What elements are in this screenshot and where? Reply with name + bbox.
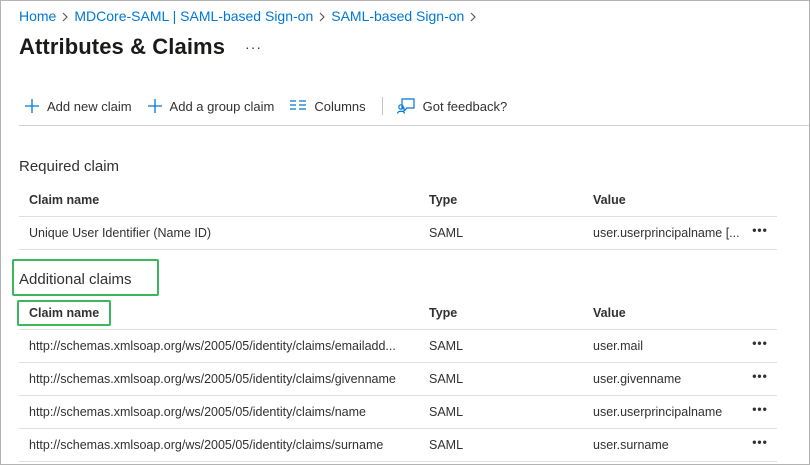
- columns-icon: [290, 100, 307, 110]
- claim-type-cell: SAML: [429, 339, 464, 353]
- column-header-value[interactable]: Value: [593, 297, 745, 329]
- page-title: Attributes & Claims: [19, 34, 226, 59]
- column-header-type[interactable]: Type: [429, 297, 579, 329]
- page-more-button[interactable]: ···: [245, 39, 262, 55]
- chevron-right-icon: [464, 8, 482, 24]
- table-row[interactable]: http://schemas.xmlsoap.org/ws/2005/05/id…: [19, 330, 777, 363]
- columns-label: Columns: [314, 98, 366, 114]
- add-new-claim-label: Add new claim: [47, 98, 132, 114]
- claim-name-cell: http://schemas.xmlsoap.org/ws/2005/05/id…: [29, 438, 384, 452]
- feedback-button[interactable]: Got feedback?: [396, 98, 508, 114]
- table-row[interactable]: http://schemas.xmlsoap.org/ws/2005/05/id…: [19, 363, 777, 396]
- chevron-right-icon: [56, 8, 74, 24]
- claim-type-cell: SAML: [429, 372, 464, 386]
- add-group-claim-label: Add a group claim: [169, 98, 275, 114]
- grid-header-row: Claim name Type Value: [19, 184, 777, 217]
- claim-value-cell: user.givenname: [593, 372, 682, 386]
- columns-button[interactable]: Columns: [290, 98, 366, 114]
- column-header-type[interactable]: Type: [429, 184, 579, 216]
- claim-name-cell: Unique User Identifier (Name ID): [29, 226, 212, 240]
- claim-name-cell: http://schemas.xmlsoap.org/ws/2005/05/id…: [29, 339, 396, 353]
- add-new-claim-button[interactable]: Add new claim: [25, 99, 132, 114]
- table-row[interactable]: Unique User Identifier (Name ID) SAML us…: [19, 217, 777, 250]
- claim-type-cell: SAML: [429, 226, 464, 240]
- claim-value-cell: user.userprincipalname: [593, 405, 723, 419]
- plus-icon: [25, 99, 39, 113]
- toolbar-separator: [381, 97, 383, 115]
- claim-value-cell: user.userprincipalname [...: [593, 226, 740, 240]
- more-icon[interactable]: •••: [749, 429, 771, 461]
- breadcrumb-home[interactable]: Home: [19, 8, 56, 24]
- claim-value-cell: user.mail: [593, 339, 644, 353]
- title-row: Attributes & Claims ···: [19, 34, 262, 60]
- feedback-icon: [396, 98, 415, 114]
- plus-icon: [147, 99, 162, 113]
- more-icon[interactable]: •••: [749, 363, 771, 395]
- grid-header-row: Claim name Type Value: [19, 297, 777, 330]
- toolbar-divider: [19, 125, 809, 126]
- claim-type-cell: SAML: [429, 405, 464, 419]
- breadcrumb: Home MDCore-SAML | SAML-based Sign-on SA…: [19, 8, 482, 24]
- feedback-label: Got feedback?: [422, 98, 508, 114]
- more-icon[interactable]: •••: [749, 330, 771, 362]
- additional-claims-grid: Claim name Type Value http://schemas.xml…: [19, 297, 777, 462]
- column-header-claim-name[interactable]: Claim name: [29, 297, 424, 329]
- command-bar: Add new claim Add a group claim Columns …: [25, 97, 523, 115]
- more-icon[interactable]: •••: [749, 217, 771, 249]
- chevron-right-icon: [313, 8, 331, 24]
- required-claim-heading: Required claim: [19, 158, 120, 175]
- required-claim-grid: Claim name Type Value Unique User Identi…: [19, 184, 777, 250]
- claim-value-cell: user.surname: [593, 438, 669, 452]
- claim-type-cell: SAML: [429, 438, 464, 452]
- claim-name-cell: http://schemas.xmlsoap.org/ws/2005/05/id…: [29, 372, 396, 386]
- additional-claims-heading: Additional claims: [19, 271, 132, 288]
- column-header-claim-name[interactable]: Claim name: [29, 184, 424, 216]
- column-header-value[interactable]: Value: [593, 184, 745, 216]
- more-icon[interactable]: •••: [749, 396, 771, 428]
- attributes-claims-window: Home MDCore-SAML | SAML-based Sign-on SA…: [0, 0, 810, 465]
- table-row[interactable]: http://schemas.xmlsoap.org/ws/2005/05/id…: [19, 396, 777, 429]
- add-group-claim-button[interactable]: Add a group claim: [147, 98, 275, 114]
- breadcrumb-saml-sign-on[interactable]: SAML-based Sign-on: [331, 8, 464, 24]
- table-row[interactable]: http://schemas.xmlsoap.org/ws/2005/05/id…: [19, 429, 777, 462]
- claim-name-cell: http://schemas.xmlsoap.org/ws/2005/05/id…: [29, 405, 366, 419]
- breadcrumb-app[interactable]: MDCore-SAML | SAML-based Sign-on: [74, 8, 313, 24]
